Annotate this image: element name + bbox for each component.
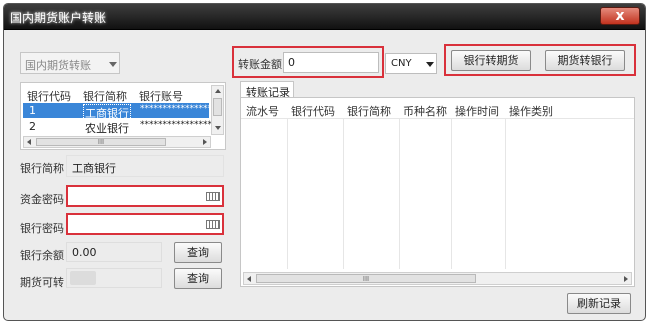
query-transferable-button[interactable]: 查询 bbox=[174, 268, 222, 289]
scroll-left-arrow-icon[interactable] bbox=[27, 139, 31, 145]
transfer-amount-label: 转账金额 bbox=[238, 58, 282, 71]
records-col-header-serial: 流水号 bbox=[246, 105, 279, 118]
dropdown-arrow-icon bbox=[426, 62, 434, 67]
grid-line bbox=[241, 118, 634, 119]
scroll-down-arrow-icon[interactable] bbox=[215, 126, 221, 130]
transfer-dialog: 国内期货账户转账 x 国内期货转账 银行代码 银行简称 银行账号 1 工商银行 … bbox=[3, 3, 646, 321]
bank-row-account: **************** bbox=[140, 104, 212, 114]
fund-password-label: 资金密码 bbox=[20, 193, 64, 206]
bank-name-value: 工商银行 bbox=[72, 162, 116, 175]
account-type-select[interactable]: 国内期货转账 bbox=[20, 52, 120, 74]
bank-table: 银行代码 银行简称 银行账号 1 工商银行 **************** 2… bbox=[20, 82, 226, 150]
bank-col-header-account: 银行账号 bbox=[139, 90, 183, 103]
close-button[interactable]: x bbox=[600, 7, 640, 25]
bank-row-selected[interactable]: 1 工商银行 **************** bbox=[23, 103, 212, 122]
masked-value bbox=[70, 271, 96, 285]
tab-transfer-records[interactable]: 转账记录 bbox=[240, 81, 294, 99]
scroll-grip: III bbox=[362, 275, 370, 283]
scroll-up-arrow-icon[interactable] bbox=[215, 89, 221, 93]
query-balance-button[interactable]: 查询 bbox=[174, 242, 222, 263]
bank-row-code: 1 bbox=[29, 104, 36, 117]
records-col-header-bank-code: 银行代码 bbox=[291, 105, 335, 118]
grid-line bbox=[343, 119, 344, 269]
transfer-amount-input[interactable]: 0 bbox=[283, 52, 379, 73]
bank-col-header-code: 银行代码 bbox=[27, 90, 71, 103]
window-title: 国内期货账户转账 bbox=[10, 11, 107, 25]
transfer-amount-group: 转账金额 0 bbox=[232, 46, 384, 78]
records-hscroll-thumb[interactable]: III bbox=[256, 274, 476, 283]
records-col-header-currency: 币种名称 bbox=[403, 105, 447, 118]
bank-row-account: **************** bbox=[140, 120, 212, 130]
bank-password-label: 银行密码 bbox=[20, 222, 64, 235]
bank-balance-field: 0.00 bbox=[66, 242, 162, 262]
records-table: 流水号 银行代码 银行简称 币种名称 操作时间 操作类别 III bbox=[240, 97, 635, 287]
bank-table-hscrollbar[interactable]: III bbox=[23, 136, 211, 148]
close-icon: x bbox=[615, 8, 625, 24]
futures-transferable-field bbox=[66, 268, 162, 288]
scroll-right-arrow-icon[interactable] bbox=[203, 139, 207, 145]
bank-password-input[interactable] bbox=[66, 213, 224, 235]
transfer-buttons-group: 银行转期货 期货转银行 bbox=[444, 44, 636, 76]
bank-col-header-name: 银行简称 bbox=[83, 90, 127, 103]
scroll-grip: III bbox=[97, 138, 105, 146]
dropdown-arrow-icon bbox=[109, 62, 117, 67]
bank-row-code: 2 bbox=[29, 120, 36, 133]
bank-vscroll-thumb[interactable] bbox=[213, 98, 222, 116]
currency-select[interactable]: CNY bbox=[385, 53, 437, 74]
bank-row[interactable]: 2 农业银行 **************** bbox=[23, 119, 212, 135]
grid-line bbox=[505, 119, 506, 269]
bank-row-name: 农业银行 bbox=[85, 122, 129, 135]
records-col-header-type: 操作类别 bbox=[509, 105, 553, 118]
grid-line bbox=[399, 119, 400, 269]
bank-to-futures-button[interactable]: 银行转期货 bbox=[451, 50, 531, 71]
fund-password-input[interactable] bbox=[66, 185, 224, 207]
keyboard-icon[interactable] bbox=[206, 192, 220, 201]
refresh-records-button[interactable]: 刷新记录 bbox=[567, 293, 631, 314]
records-col-header-bank-name: 银行简称 bbox=[347, 105, 391, 118]
currency-value: CNY bbox=[391, 58, 412, 69]
transfer-amount-value: 0 bbox=[288, 56, 295, 69]
grid-line bbox=[287, 119, 288, 269]
grid-line bbox=[451, 119, 452, 269]
futures-transferable-label: 期货可转 bbox=[20, 276, 64, 289]
bank-balance-value: 0.00 bbox=[72, 246, 97, 259]
bank-table-vscrollbar[interactable] bbox=[211, 85, 224, 135]
futures-to-bank-button[interactable]: 期货转银行 bbox=[545, 50, 625, 71]
records-col-header-time: 操作时间 bbox=[455, 105, 499, 118]
bank-name-label: 银行简称 bbox=[20, 162, 64, 175]
keyboard-icon[interactable] bbox=[206, 220, 220, 229]
scroll-left-arrow-icon[interactable] bbox=[247, 276, 251, 282]
bank-hscroll-thumb[interactable]: III bbox=[36, 138, 166, 146]
title-bar: 国内期货账户转账 x bbox=[4, 4, 645, 30]
bank-name-field: 工商银行 bbox=[66, 155, 224, 177]
records-hscrollbar[interactable]: III bbox=[243, 272, 632, 285]
scroll-right-arrow-icon[interactable] bbox=[624, 276, 628, 282]
account-type-value: 国内期货转账 bbox=[25, 59, 91, 72]
bank-balance-label: 银行余额 bbox=[20, 249, 64, 262]
